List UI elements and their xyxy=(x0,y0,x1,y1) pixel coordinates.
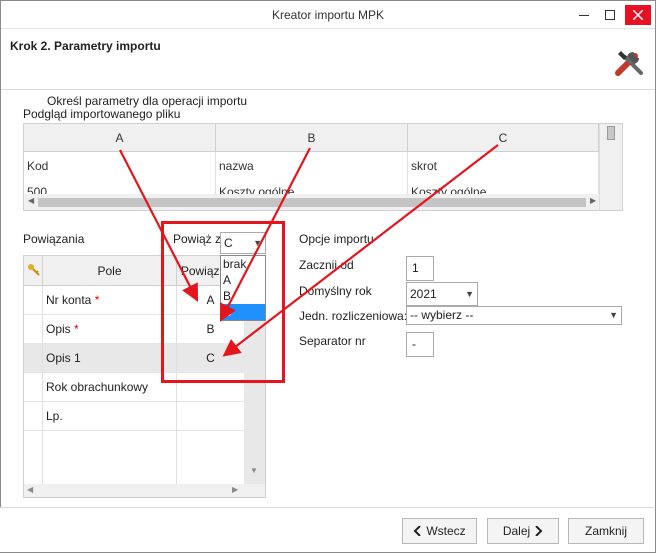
back-label: Wstecz xyxy=(426,524,466,538)
annotation-arrow xyxy=(222,144,499,357)
next-label: Dalej xyxy=(502,524,531,538)
close-label: Zamknij xyxy=(584,524,627,538)
next-button[interactable]: Dalej xyxy=(487,518,559,544)
chevron-right-icon xyxy=(535,526,543,536)
chevron-left-icon xyxy=(413,526,422,536)
close-button[interactable]: Zamknij xyxy=(568,518,644,544)
annotation-arrow xyxy=(219,147,311,322)
annotation-arrows xyxy=(119,144,499,357)
back-button[interactable]: Wstecz xyxy=(402,518,477,544)
wizard-footer: Wstecz Dalej Zamknij xyxy=(0,507,654,552)
annotation-arrow xyxy=(119,149,199,302)
